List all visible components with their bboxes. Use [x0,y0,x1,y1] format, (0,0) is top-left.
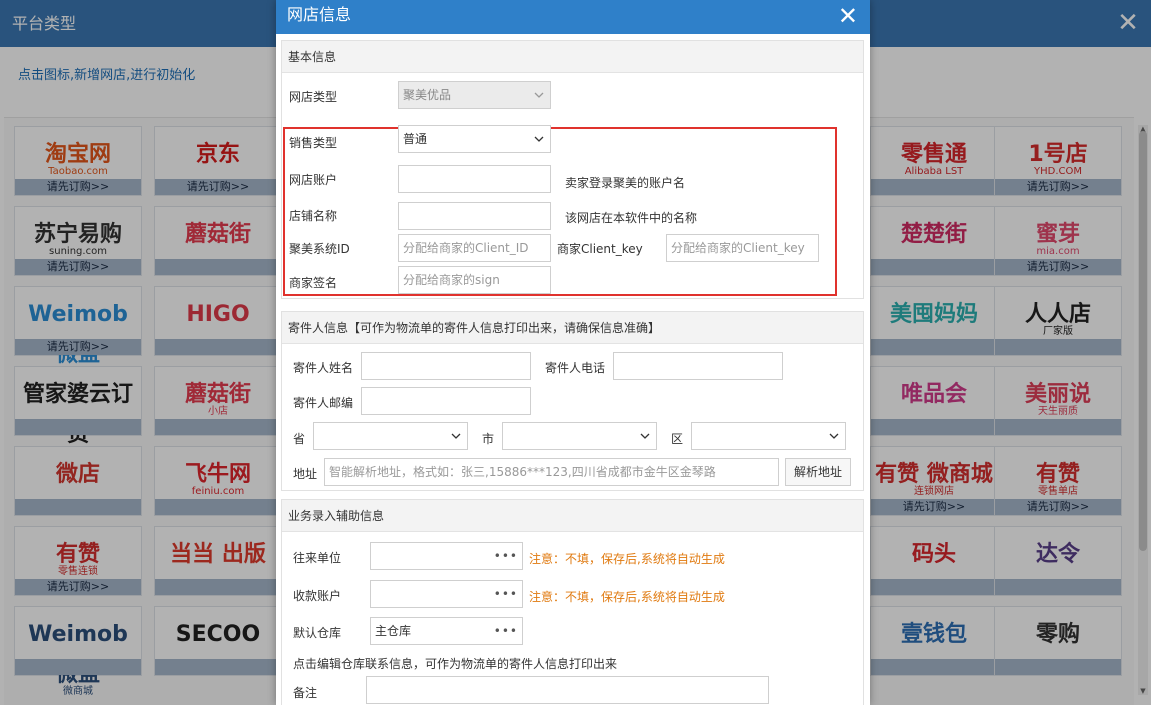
receive-account-note: 注意：不填，保存后,系统将自动生成 [529,590,725,604]
partner-label: 往来单位 [293,551,342,565]
sender-phone-input[interactable] [613,352,783,380]
default-warehouse-input[interactable]: 主仓库 ••• [370,617,523,645]
sender-zip-input[interactable] [361,387,531,415]
partner-note: 注意：不填，保存后,系统将自动生成 [529,552,725,566]
parse-address-button[interactable]: 解析地址 [785,458,851,486]
dialog-header: 网店信息 ✕ [276,0,870,34]
chevron-down-icon [640,433,650,439]
system-id-label: 聚美系统ID [289,242,350,256]
sender-name-input[interactable] [361,352,531,380]
partner-input[interactable]: ••• [370,542,523,570]
more-icon[interactable]: ••• [494,543,518,569]
business-info-title: 业务录入辅助信息 [282,500,863,532]
receive-account-label: 收款账户 [293,589,342,603]
shop-account-input[interactable] [398,165,551,193]
shop-type-label: 网店类型 [289,90,338,104]
shop-account-label: 网店账户 [289,173,338,187]
receive-account-input[interactable]: ••• [370,580,523,608]
basic-info-title: 基本信息 [282,41,863,73]
chevron-down-icon [534,92,544,98]
edit-warehouse-link[interactable]: 点击编辑仓库联系信息，可作为物流单的寄件人信息打印出来 [293,655,617,672]
chevron-down-icon [451,433,461,439]
shop-name-hint: 该网店在本软件中的名称 [565,211,698,225]
remark-input[interactable] [366,676,769,704]
province-label: 省 [293,432,306,446]
dialog-title: 网店信息 [287,5,352,24]
city-select[interactable] [502,422,657,450]
merchant-sign-label: 商家签名 [289,276,338,290]
address-label: 地址 [293,467,318,481]
close-icon[interactable]: ✕ [838,2,858,30]
more-icon[interactable]: ••• [494,581,518,607]
shop-type-value: 聚美优品 [403,88,452,102]
shop-type-select: 聚美优品 [398,81,551,109]
system-id-input[interactable]: 分配给商家的Client_ID [398,234,551,262]
default-warehouse-value: 主仓库 [375,624,412,638]
city-label: 市 [482,432,495,446]
sale-type-select[interactable]: 普通 [398,125,551,153]
chevron-down-icon [829,433,839,439]
dialog-body: 基本信息 网店类型 聚美优品 销售类型 普通 网店账户 卖家登录聚美的账户名 店… [281,40,864,705]
client-key-input[interactable]: 分配给商家的Client_key [666,234,819,262]
shop-account-hint: 卖家登录聚美的账户名 [565,176,686,190]
shop-name-label: 店铺名称 [289,209,338,223]
sender-info-section: 寄件人信息【可作为物流单的寄件人信息打印出来，请确保信息准确】 寄件人姓名 寄件… [281,311,864,491]
address-input[interactable]: 智能解析地址，格式如：张三,15886***123,四川省成都市金牛区金琴路 [324,458,779,486]
sender-info-title: 寄件人信息【可作为物流单的寄件人信息打印出来，请确保信息准确】 [282,312,863,344]
default-warehouse-label: 默认仓库 [293,626,342,640]
chevron-down-icon [534,136,544,142]
province-select[interactable] [313,422,468,450]
shop-name-input[interactable] [398,202,551,230]
sender-phone-label: 寄件人电话 [545,361,606,375]
sale-type-value: 普通 [403,132,428,146]
district-label: 区 [671,432,684,446]
merchant-sign-input[interactable]: 分配给商家的sign [398,266,551,294]
district-select[interactable] [691,422,846,450]
sender-zip-label: 寄件人邮编 [293,396,354,410]
shop-info-dialog: 网店信息 ✕ 基本信息 网店类型 聚美优品 销售类型 普通 网店账户 卖家登录聚… [276,0,870,705]
sender-name-label: 寄件人姓名 [293,361,354,375]
sale-type-label: 销售类型 [289,136,338,150]
client-key-label: 商家Client_key [557,242,643,256]
remark-label: 备注 [293,686,318,700]
highlight-box [283,127,837,296]
business-info-section: 业务录入辅助信息 往来单位 ••• 注意：不填，保存后,系统将自动生成 收款账户… [281,499,864,705]
more-icon[interactable]: ••• [494,618,518,644]
basic-info-section: 基本信息 网店类型 聚美优品 销售类型 普通 网店账户 卖家登录聚美的账户名 店… [281,40,864,299]
